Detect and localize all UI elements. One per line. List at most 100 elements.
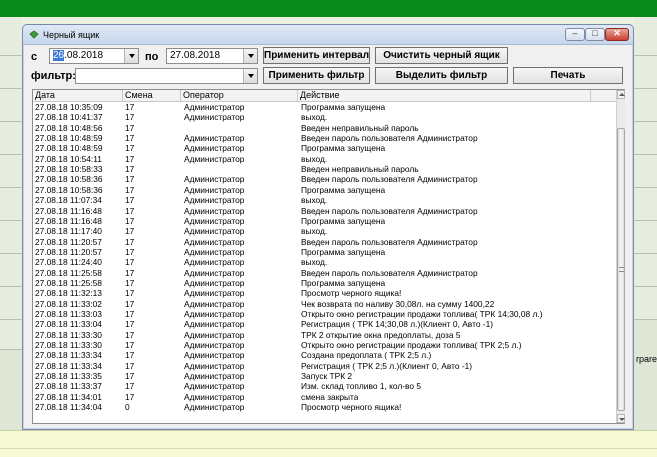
cell-date: 27.08.18 11:20:57 [35, 236, 102, 247]
select-filter-button[interactable]: Выделить фильтр [375, 67, 508, 84]
cell-operator: Администратор [184, 360, 245, 371]
cell-shift: 17 [125, 298, 135, 309]
cell-action: Программа запущена [301, 215, 386, 226]
cell-shift: 17 [125, 133, 135, 144]
filter-select[interactable] [75, 68, 258, 84]
scroll-up-icon[interactable] [617, 90, 625, 99]
table-row[interactable]: 27.08.18 10:41:37 17 Администратор выход. [33, 112, 616, 122]
cell-operator: Администратор [184, 174, 245, 185]
table-row[interactable]: 27.08.18 11:33:03 17 Администратор Открыто … [33, 309, 616, 319]
table-row[interactable]: 27.08.18 11:33:35 17 Администратор Запуск Т… [33, 371, 616, 381]
cell-operator: Администратор [184, 381, 245, 392]
cell-shift: 17 [125, 309, 135, 319]
table-row[interactable]: 27.08.18 11:20:57 17 Администратор Программ… [33, 247, 616, 257]
cell-action: Открыто окно регистрации продажи топлива… [301, 340, 522, 351]
cell-shift: 17 [125, 174, 135, 185]
table-row[interactable]: 27.08.18 10:58:33 17 Введен неправильный п… [33, 164, 616, 174]
table-row[interactable]: 27.08.18 11:33:34 17 Администратор Регистра… [33, 361, 616, 371]
background-top-bar [0, 0, 657, 17]
title-bar[interactable]: Черный ящик – □ ✕ [23, 25, 633, 45]
table-row[interactable]: 27.08.18 11:33:30 17 Администратор ТРК 2 от… [33, 330, 616, 340]
cell-action: Программа запущена [301, 184, 386, 195]
table-row[interactable]: 27.08.18 11:34:04 0 Администратор Просмотр … [33, 402, 616, 412]
minimize-button[interactable]: – [565, 28, 585, 41]
cell-shift: 17 [125, 164, 135, 175]
table-row[interactable]: 27.08.18 10:58:36 17 Администратор Программ… [33, 185, 616, 195]
cell-action: Открыто окно регистрации продажи топлива… [301, 309, 543, 319]
cell-date: 27.08.18 11:25:58 [35, 277, 102, 288]
log-table[interactable]: Дата Смена Оператор Действие 27.08.18 10… [32, 89, 625, 424]
cell-action: ТРК 2 открытие окна предоплаты, доза 5 [301, 329, 461, 340]
table-row[interactable]: 27.08.18 10:48:56 17 Введен неправильный п… [33, 123, 616, 133]
cell-shift: 17 [125, 246, 135, 257]
cell-date: 27.08.18 11:34:01 [35, 391, 102, 402]
table-row[interactable]: 27.08.18 11:33:34 17 Администратор Создана … [33, 350, 616, 360]
cell-action: выход. [301, 257, 328, 268]
vertical-scrollbar[interactable] [616, 90, 625, 423]
table-row[interactable]: 27.08.18 10:48:59 17 Администратор Программ… [33, 143, 616, 153]
column-header-date[interactable]: Дата [33, 90, 123, 101]
apply-interval-button[interactable]: Применить интервал [263, 47, 370, 64]
print-button[interactable]: Печать [513, 67, 623, 84]
scroll-down-icon[interactable] [617, 414, 625, 423]
cell-action: Введен неправильный пароль [301, 122, 419, 133]
scrollbar-thumb[interactable] [617, 128, 625, 411]
cell-date: 27.08.18 11:33:02 [35, 298, 102, 309]
cell-shift: 17 [125, 143, 135, 154]
chevron-down-icon[interactable] [124, 49, 138, 63]
table-row[interactable]: 27.08.18 11:33:02 17 Администратор Чек возв… [33, 299, 616, 309]
table-row[interactable]: 27.08.18 10:58:36 17 Администратор Введен п… [33, 174, 616, 184]
close-button[interactable]: ✕ [605, 28, 629, 41]
cell-shift: 17 [125, 195, 135, 206]
table-row[interactable]: 27.08.18 11:17:40 17 Администратор выход. [33, 226, 616, 236]
cell-operator: Администратор [184, 133, 245, 144]
cell-action: Введен пароль пользователя Администратор [301, 133, 478, 144]
table-row[interactable]: 27.08.18 11:07:34 17 Администратор выход. [33, 195, 616, 205]
cell-operator: Администратор [184, 391, 245, 402]
cell-action: выход. [301, 153, 328, 164]
cell-operator: Администратор [184, 288, 245, 299]
to-date-select[interactable]: 27.08.2018 [166, 48, 258, 64]
cell-date: 27.08.18 10:41:37 [35, 112, 103, 123]
cell-action: выход. [301, 195, 328, 206]
table-row[interactable]: 27.08.18 11:25:58 17 Администратор Введен п… [33, 268, 616, 278]
background-left-panel [0, 17, 22, 457]
chevron-down-icon[interactable] [243, 69, 257, 83]
cell-shift: 17 [125, 267, 135, 278]
table-row[interactable]: 27.08.18 11:20:57 17 Администратор Введен п… [33, 237, 616, 247]
table-row[interactable]: 27.08.18 11:32:13 17 Администратор Просмотр… [33, 288, 616, 298]
cell-operator: Администратор [184, 246, 245, 257]
cell-date: 27.08.18 11:20:57 [35, 246, 102, 257]
from-label: с [31, 51, 38, 63]
black-box-window: Черный ящик – □ ✕ с 26.08.2018 по 27.08.… [22, 24, 634, 430]
table-row[interactable]: 27.08.18 11:25:58 17 Администратор Программ… [33, 278, 616, 288]
from-date-select[interactable]: 26.08.2018 [49, 48, 139, 64]
cell-action: Введен пароль пользователя Администратор [301, 174, 478, 185]
cell-operator: Администратор [184, 153, 245, 164]
column-header-operator[interactable]: Оператор [181, 90, 298, 101]
table-row[interactable]: 27.08.18 11:24:40 17 Администратор выход. [33, 257, 616, 267]
cell-operator: Администратор [184, 329, 245, 340]
table-row[interactable]: 27.08.18 11:34:01 17 Администратор смена за… [33, 392, 616, 402]
table-row[interactable]: 27.08.18 11:16:48 17 Администратор Введен п… [33, 206, 616, 216]
cell-date: 27.08.18 11:34:04 [35, 402, 102, 413]
clear-black-box-button[interactable]: Очистить черный ящик [375, 47, 508, 64]
cell-date: 27.08.18 10:48:59 [35, 143, 103, 154]
cell-date: 27.08.18 11:33:34 [35, 360, 102, 371]
cell-action: выход. [301, 226, 328, 237]
apply-filter-button[interactable]: Применить фильтр [263, 67, 370, 84]
table-row[interactable]: 27.08.18 10:54:11 17 Администратор выход. [33, 154, 616, 164]
cell-shift: 17 [125, 236, 135, 247]
column-header-shift[interactable]: Смена [123, 90, 181, 101]
table-row[interactable]: 27.08.18 11:33:04 17 Администратор Регистра… [33, 319, 616, 329]
table-row[interactable]: 27.08.18 10:35:09 17 Администратор Программ… [33, 102, 616, 112]
maximize-button[interactable]: □ [585, 28, 605, 41]
table-row[interactable]: 27.08.18 11:33:37 17 Администратор Изм. скл… [33, 381, 616, 391]
table-row[interactable]: 27.08.18 11:33:30 17 Администратор Открыто … [33, 340, 616, 350]
table-row[interactable]: 27.08.18 11:16:48 17 Администратор Программ… [33, 216, 616, 226]
column-header-action[interactable]: Действие [298, 90, 591, 101]
cell-shift: 17 [125, 329, 135, 340]
cell-operator: Администратор [184, 215, 245, 226]
table-row[interactable]: 27.08.18 10:48:59 17 Администратор Введен п… [33, 133, 616, 143]
chevron-down-icon[interactable] [243, 49, 257, 63]
